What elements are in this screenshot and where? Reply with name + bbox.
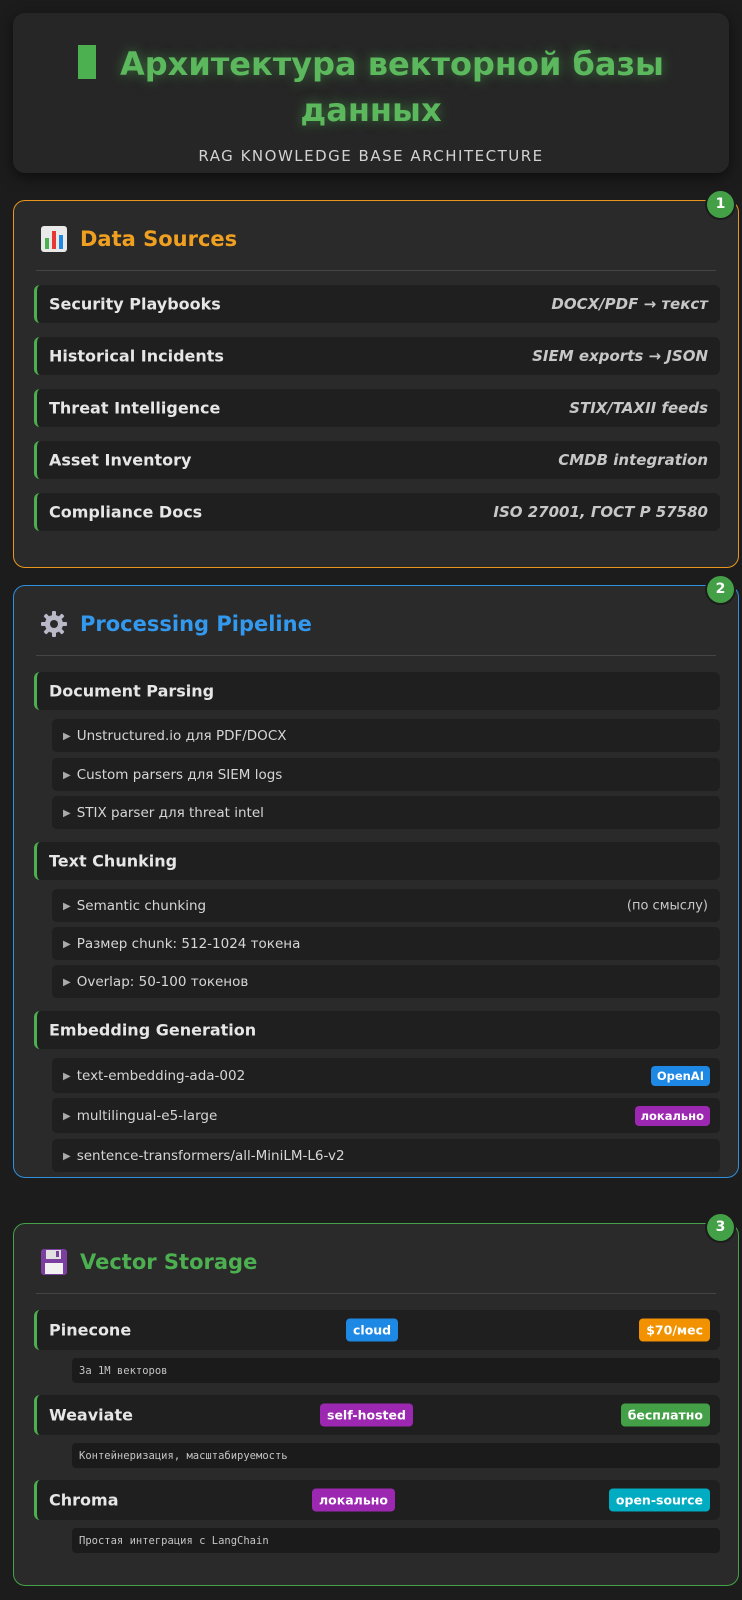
section-processing-pipeline: 2 Processing Pipeline Document Parsing ▶… xyxy=(13,576,739,1178)
bullet-arrow-icon: ▶ xyxy=(63,1110,71,1122)
license-tag: open-source xyxy=(608,1488,710,1512)
source-row: Compliance Docs ISO 27001, ГОСТ Р 57580 xyxy=(34,493,720,531)
bullet-arrow-icon: ▶ xyxy=(63,769,71,781)
gear-icon xyxy=(41,611,67,637)
bullet-arrow-icon: ▶ xyxy=(63,1070,71,1082)
hosting-tag: локально xyxy=(312,1488,395,1512)
list-item: ▶ STIX parser для threat intel xyxy=(52,796,720,829)
bar-chart-icon xyxy=(41,226,67,252)
page-title: Архитектура векторной базы данных xyxy=(13,41,729,133)
list-item: ▶ Unstructured.io для PDF/DOCX xyxy=(52,719,720,752)
bullet-arrow-icon: ▶ xyxy=(63,807,71,819)
bullet-arrow-icon: ▶ xyxy=(63,1150,71,1162)
local-tag: локально xyxy=(634,1105,710,1126)
source-row: Asset Inventory CMDB integration xyxy=(34,441,720,479)
source-row: Security Playbooks DOCX/PDF → текст xyxy=(34,285,720,323)
section-title: Data Sources xyxy=(80,227,238,251)
bullet-arrow-icon: ▶ xyxy=(63,900,71,912)
section-title: Processing Pipeline xyxy=(80,612,312,636)
list-item: ▶ Размер chunk: 512-1024 токена xyxy=(52,927,720,960)
pipeline-stage: Embedding Generation xyxy=(34,1011,720,1049)
list-item: ▶ multilingual-e5-large локально xyxy=(52,1098,720,1133)
pipeline-stage: Text Chunking xyxy=(34,842,720,880)
list-item: ▶ Semantic chunking (по смыслу) xyxy=(52,889,720,922)
floppy-disk-icon xyxy=(41,1249,67,1275)
section-header: Data Sources xyxy=(36,201,716,271)
page-header: Архитектура векторной базы данных RAG KN… xyxy=(13,13,729,173)
price-tag: $70/мес xyxy=(639,1318,710,1342)
storage-note: Простая интеграция с LangChain xyxy=(72,1528,720,1553)
hosting-tag: self-hosted xyxy=(320,1403,413,1427)
section-header: Processing Pipeline xyxy=(36,586,716,656)
section-vector-storage: 3 Vector Storage Pinecone cloud $70/мес … xyxy=(13,1214,739,1586)
storage-row-pinecone: Pinecone cloud $70/мес xyxy=(34,1310,720,1350)
storage-note: За 1M векторов xyxy=(72,1358,720,1383)
hosting-tag: cloud xyxy=(346,1318,399,1342)
storage-row-weaviate: Weaviate self-hosted бесплатно xyxy=(34,1395,720,1435)
bullet-arrow-icon: ▶ xyxy=(63,938,71,950)
list-item: ▶ text-embedding-ada-002 OpenAI xyxy=(52,1058,720,1093)
storage-row-chroma: Chroma локально open-source xyxy=(34,1480,720,1520)
storage-note: Контейнеризация, масштабируемость xyxy=(72,1443,720,1468)
bullet-arrow-icon: ▶ xyxy=(63,976,71,988)
source-row: Threat Intelligence STIX/TAXII feeds xyxy=(34,389,720,427)
bullet-arrow-icon: ▶ xyxy=(63,730,71,742)
section-data-sources: 1 Data Sources Security Playbooks DOCX/P… xyxy=(13,191,739,568)
openai-tag: OpenAI xyxy=(650,1065,710,1086)
section-title: Vector Storage xyxy=(80,1250,258,1274)
list-item: ▶ Overlap: 50-100 токенов xyxy=(52,965,720,998)
list-item: ▶ Custom parsers для SIEM logs xyxy=(52,758,720,791)
pipeline-stage: Document Parsing xyxy=(34,672,720,710)
section-header: Vector Storage xyxy=(36,1224,716,1294)
source-row: Historical Incidents SIEM exports → JSON xyxy=(34,337,720,375)
page-subtitle: RAG KNOWLEDGE BASE ARCHITECTURE xyxy=(198,147,544,165)
green-bar-icon xyxy=(78,45,96,79)
price-tag: бесплатно xyxy=(620,1403,710,1427)
list-item: ▶ sentence-transformers/all-MiniLM-L6-v2 xyxy=(52,1139,720,1172)
